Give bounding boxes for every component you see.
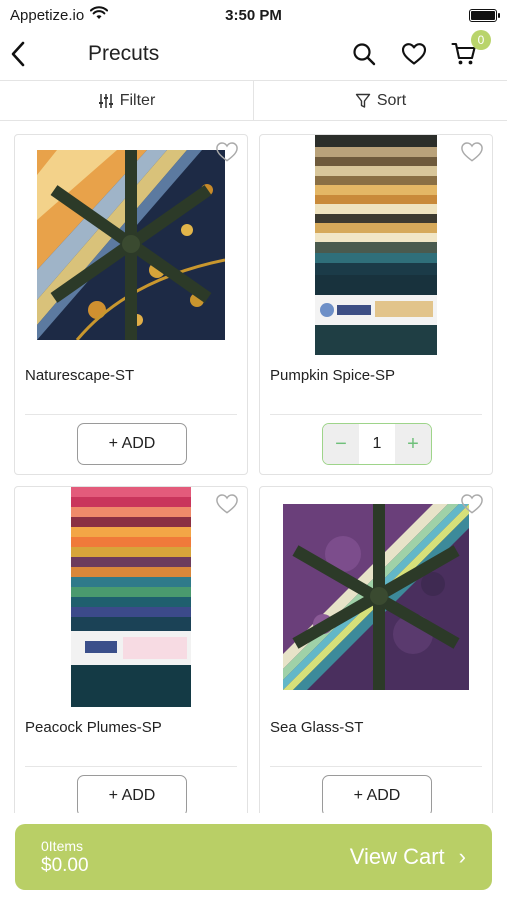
product-card[interactable]: Pumpkin Spice-SP − 1 + xyxy=(259,134,493,475)
cart-item-count: 0Items xyxy=(41,837,84,854)
product-name: Pumpkin Spice-SP xyxy=(270,367,396,384)
add-to-cart-button[interactable]: + ADD xyxy=(77,775,187,817)
decrement-button[interactable]: − xyxy=(323,424,359,464)
bottom-cart-area: 0Items $0.00 View Cart › xyxy=(0,813,507,900)
search-button[interactable] xyxy=(349,39,379,69)
wishlist-button[interactable] xyxy=(399,39,429,69)
sliders-icon xyxy=(98,93,113,108)
increment-button[interactable]: + xyxy=(395,424,431,464)
heart-icon xyxy=(401,43,427,65)
header-actions: 0 xyxy=(349,30,497,69)
favorite-button[interactable] xyxy=(215,493,241,517)
card-divider xyxy=(270,414,482,415)
quantity-value: 1 xyxy=(372,435,382,452)
chevron-right-icon: › xyxy=(458,844,466,869)
add-to-cart-button[interactable]: + ADD xyxy=(322,775,432,817)
view-cart-button[interactable]: View Cart › xyxy=(350,844,466,870)
product-grid: Naturescape-ST + ADD Pumpkin Spice-SP − … xyxy=(14,134,494,827)
filter-label: Filter xyxy=(119,91,156,109)
card-divider xyxy=(25,766,237,767)
search-icon xyxy=(353,43,376,66)
heart-outline-icon xyxy=(216,494,238,514)
view-cart-bar[interactable]: 0Items $0.00 View Cart › xyxy=(15,824,492,890)
card-divider xyxy=(270,766,482,767)
heart-outline-icon xyxy=(461,494,483,514)
cart-total: $0.00 xyxy=(41,854,89,876)
favorite-button[interactable] xyxy=(215,141,241,165)
cart-button[interactable]: 0 xyxy=(449,30,491,69)
funnel-icon xyxy=(355,93,371,108)
quantity-stepper[interactable]: − 1 + xyxy=(322,423,432,465)
fabric-strips-image xyxy=(71,487,191,707)
cart-count-badge: 0 xyxy=(471,30,491,50)
add-to-cart-button[interactable]: + ADD xyxy=(77,423,187,465)
fabric-swatch-image xyxy=(283,504,469,690)
sort-label: Sort xyxy=(376,91,407,109)
product-name: Sea Glass-ST xyxy=(270,719,364,736)
carrier-label: Appetize.io xyxy=(10,6,85,24)
fabric-swatch-image xyxy=(37,150,225,340)
cart-summary: 0Items $0.00 xyxy=(41,838,89,877)
sort-button[interactable]: Sort xyxy=(253,81,507,120)
product-image-naturescape[interactable] xyxy=(15,135,247,355)
favorite-button[interactable] xyxy=(460,141,486,165)
product-card[interactable]: Peacock Plumes-SP + ADD xyxy=(14,486,248,827)
product-card[interactable]: Sea Glass-ST + ADD xyxy=(259,486,493,827)
chevron-left-icon xyxy=(11,41,25,67)
heart-outline-icon xyxy=(216,142,238,162)
heart-outline-icon xyxy=(461,142,483,162)
page-title: Precuts xyxy=(88,42,160,65)
fabric-strips-image xyxy=(315,135,437,355)
app-header: Precuts 0 xyxy=(0,30,507,78)
status-left: Appetize.io xyxy=(10,6,109,24)
status-bar: Appetize.io 3:50 PM xyxy=(0,0,507,30)
wifi-icon xyxy=(90,6,109,24)
filter-sort-bar: Filter Sort xyxy=(0,80,507,121)
favorite-button[interactable] xyxy=(460,493,486,517)
back-button[interactable] xyxy=(10,34,40,74)
card-divider xyxy=(25,414,237,415)
product-name: Peacock Plumes-SP xyxy=(25,719,162,736)
product-image-peacock-plumes[interactable] xyxy=(15,487,247,707)
product-image-pumpkin-spice[interactable] xyxy=(260,135,492,355)
product-name: Naturescape-ST xyxy=(25,367,135,384)
battery-icon xyxy=(469,8,500,22)
filter-button[interactable]: Filter xyxy=(0,81,253,120)
product-card[interactable]: Naturescape-ST + ADD xyxy=(14,134,248,475)
product-image-sea-glass[interactable] xyxy=(260,487,492,707)
view-cart-label: View Cart xyxy=(349,844,445,869)
